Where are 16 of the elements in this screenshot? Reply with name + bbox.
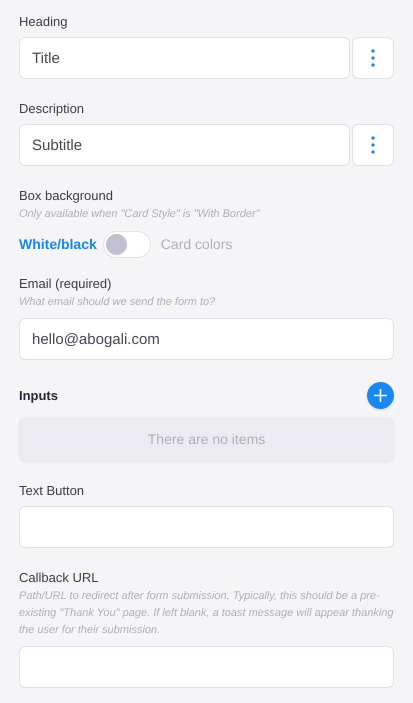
field-hint: What email should we send the form to? <box>19 295 216 310</box>
field-label: Text Button <box>19 483 86 499</box>
field-label: Callback URL <box>19 570 100 586</box>
section-label: Inputs <box>19 386 58 405</box>
field-label: Heading <box>19 14 68 30</box>
field-hint: Path/URL to redirect after form submission. Typically, this should be a pre-existing "Thank You" page. If left blank, a toast message will appear thanking the user for their submission. <box>19 589 394 638</box>
toggle-option-label: White/black <box>19 235 97 254</box>
text-field[interactable]: Title <box>19 37 350 79</box>
toggle-option-label: Card colors <box>160 235 232 254</box>
field-label: Email (required) <box>19 276 112 292</box>
field-label: Description <box>19 101 86 117</box>
text-field[interactable]: Subtitle <box>19 124 350 166</box>
field-hint: Only available when "Card Style" is "With Border" <box>19 207 261 222</box>
empty-list-message: There are no items <box>148 430 266 448</box>
field-label: Box background <box>19 188 114 204</box>
text-field[interactable]: hello@abogali.com <box>19 318 394 360</box>
